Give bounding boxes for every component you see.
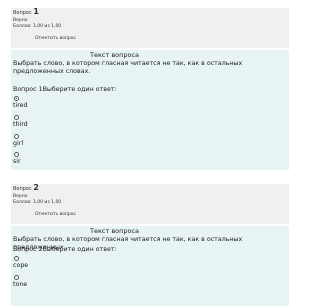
answer-label-third[interactable]: third [13, 121, 28, 128]
question-text-heading: Текст вопроса [90, 227, 140, 235]
flag-question-button[interactable]: Отметить вопрос [35, 212, 76, 218]
question-grade: Баллов: 1,00 из 1,00 [13, 200, 62, 205]
answer-label-cope[interactable]: cope [13, 262, 28, 269]
question-number: Вопрос 1 [13, 7, 39, 17]
question-1-info: Вопрос 1 Верно Баллов: 1,00 из 1,00 Отме… [11, 8, 289, 48]
question-2-info: Вопрос 2 Верно Баллов: 1,00 из 1,00 Отме… [11, 184, 289, 224]
answer-radio-cope[interactable] [14, 256, 19, 261]
question-number: Вопрос 2 [13, 183, 39, 193]
answer-radio-girl[interactable] [14, 134, 19, 139]
question-text: Выбрать слово, в котором гласная читаетс… [13, 60, 243, 75]
answer-label-tired[interactable]: tired [13, 102, 28, 109]
answer-label-sir[interactable]: sir [13, 158, 21, 165]
answer-radio-third[interactable] [14, 115, 19, 120]
answer-label-tone[interactable]: tone [13, 281, 27, 288]
answer-radio-tired[interactable] [14, 96, 19, 101]
answer-prompt: Вопрос 1Выберите один ответ: [13, 86, 117, 93]
question-2-formulation: Текст вопроса Выбрать слово, в котором г… [11, 226, 289, 306]
question-text-heading: Текст вопроса [90, 51, 140, 59]
answer-radio-sir[interactable] [14, 152, 19, 157]
question-1-formulation: Текст вопроса Выбрать слово, в котором г… [11, 50, 289, 170]
answer-label-girl[interactable]: girl [13, 140, 23, 147]
answer-prompt: Вопрос 2Выберите один ответ: [13, 246, 117, 253]
answer-radio-tone[interactable] [14, 275, 19, 280]
question-grade: Баллов: 1,00 из 1,00 [13, 24, 62, 29]
flag-question-button[interactable]: Отметить вопрос [35, 36, 76, 42]
